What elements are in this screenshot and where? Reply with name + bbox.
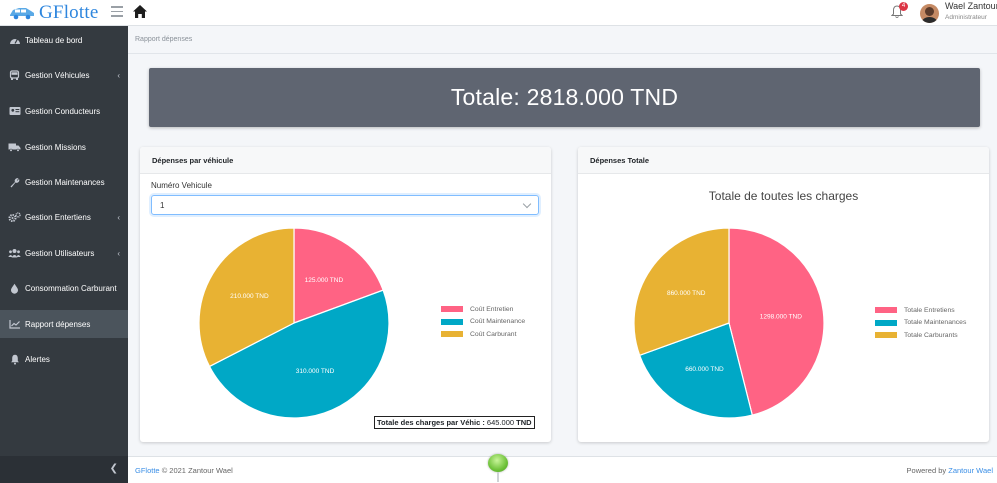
chevron-left-icon: ‹ bbox=[117, 70, 120, 80]
legend-label: Totale Entretiens bbox=[904, 306, 955, 314]
sidebar-item-label: Gestion Utilisateurs bbox=[25, 248, 95, 258]
top-navbar: GFlotte 4 Wael Zantour Administrateur bbox=[0, 0, 997, 26]
sidebar-item-label: Alertes bbox=[25, 354, 50, 364]
user-role: Administrateur bbox=[945, 14, 987, 21]
legend-label: Totale Maintenances bbox=[904, 319, 967, 327]
page-footer: GFlotte © 2021 Zantour Wael Powered by Z… bbox=[128, 454, 997, 483]
vehicle-expenses-card: Dépenses par véhicule Numéro Vehicule 1 … bbox=[140, 147, 551, 442]
legend-swatch bbox=[875, 307, 897, 314]
legend-swatch bbox=[875, 319, 897, 326]
sidebar-item-1[interactable]: Gestion Véhicules ‹ bbox=[0, 61, 128, 89]
pie-slice-label-1: 310.000 TND bbox=[296, 368, 335, 375]
sidebar-item-4[interactable]: Gestion Maintenances bbox=[0, 168, 128, 196]
legend-item-2[interactable]: Coût Carburant bbox=[441, 328, 525, 341]
total-banner: Totale: 2818.000 TND bbox=[149, 68, 980, 127]
sidebar-item-label: Gestion Véhicules bbox=[25, 70, 90, 80]
footer-copyright: GFlotte © 2021 Zantour Wael bbox=[135, 466, 233, 475]
notification-count-badge: 4 bbox=[899, 2, 908, 11]
legend-label: Coût Entretien bbox=[470, 305, 514, 313]
chevron-left-icon: ‹ bbox=[117, 212, 120, 222]
powered-by-link[interactable]: Zantour Wael bbox=[948, 466, 993, 475]
sidebar-item-label: Consommation Carburant bbox=[25, 283, 117, 293]
sidebar-item-5[interactable]: Gestion Entertiens ‹ bbox=[0, 203, 128, 231]
sidebar-item-2[interactable]: Gestion Conducteurs bbox=[0, 97, 128, 125]
sidebar-item-6[interactable]: Gestion Utilisateurs ‹ bbox=[0, 239, 128, 267]
sidebar-item-label: Gestion Maintenances bbox=[25, 177, 105, 187]
sidebar: Tableau de bord Gestion Véhicules ‹ Gestion… bbox=[0, 26, 128, 483]
pie-slice-label-0: 1298.000 TND bbox=[760, 314, 802, 321]
status-orb-stem bbox=[497, 472, 499, 482]
users-icon bbox=[8, 248, 21, 259]
legend-label: Totale Carburants bbox=[904, 331, 958, 339]
sidebar-item-3[interactable]: Gestion Missions bbox=[0, 133, 128, 161]
sidebar-item-9[interactable]: Alertes bbox=[0, 345, 128, 373]
sidebar-item-label: Gestion Entertiens bbox=[25, 212, 91, 222]
legend-item-0[interactable]: Totale Entretiens bbox=[875, 304, 966, 317]
car-logo-icon bbox=[10, 8, 34, 20]
vehicle-total-label: Totale des charges par Véhic : bbox=[377, 418, 485, 427]
car-icon bbox=[8, 69, 21, 81]
sidebar-item-7[interactable]: Consommation Carburant bbox=[0, 274, 128, 302]
breadcrumb[interactable]: Rapport dépenses bbox=[135, 36, 192, 43]
pie-slice-label-1: 660.000 TND bbox=[685, 366, 724, 373]
wrench-icon bbox=[8, 177, 21, 188]
dashboard-icon bbox=[8, 35, 21, 46]
pie-slice-label-0: 125.000 TND bbox=[305, 277, 344, 284]
legend-label: Coût Maintenance bbox=[470, 318, 526, 326]
chart-icon bbox=[8, 319, 21, 330]
legend-label: Coût Carburant bbox=[470, 330, 517, 338]
content-divider bbox=[128, 53, 997, 54]
chevron-left-icon: ‹ bbox=[117, 248, 120, 258]
vehicle-total-unit: TND bbox=[516, 418, 532, 427]
legend-item-1[interactable]: Totale Maintenances bbox=[875, 317, 966, 330]
truck-icon bbox=[8, 142, 21, 153]
sidebar-item-label: Gestion Conducteurs bbox=[25, 106, 101, 116]
total-chart-legend: Totale Entretiens Totale Maintenances Tota… bbox=[875, 304, 966, 342]
legend-swatch bbox=[441, 318, 463, 325]
vehicle-total-value: 645.000 bbox=[486, 418, 515, 427]
powered-by-text: Powered by bbox=[906, 466, 947, 475]
footer-brand-link[interactable]: GFlotte bbox=[135, 466, 160, 475]
legend-item-2[interactable]: Totale Carburants bbox=[875, 329, 966, 342]
sidebar-footer: ❮ bbox=[0, 456, 128, 483]
legend-swatch bbox=[441, 306, 463, 313]
total-expenses-card: Dépenses Totale Totale de toutes les cha… bbox=[578, 147, 989, 442]
sidebar-item-label: Rapport dépenses bbox=[25, 319, 91, 329]
pie-slice-label-2: 210.000 TND bbox=[230, 293, 269, 300]
sidebar-item-0[interactable]: Tableau de bord bbox=[0, 26, 128, 54]
user-avatar[interactable] bbox=[920, 4, 939, 23]
legend-swatch bbox=[441, 331, 463, 338]
status-orb-icon bbox=[488, 454, 508, 472]
sidebar-item-label: Tableau de bord bbox=[25, 35, 83, 45]
vehicle-total-box: Totale des charges par Véhic : 645.000 T… bbox=[374, 416, 535, 429]
home-icon[interactable] bbox=[132, 4, 148, 19]
fuel-drop-icon bbox=[8, 283, 21, 294]
vehicle-expenses-pie-chart: 125.000 TND 310.000 TND 210.000 TND bbox=[198, 227, 390, 419]
id-card-icon bbox=[8, 106, 21, 117]
pie-slice-label-2: 860.000 TND bbox=[667, 290, 706, 297]
bell-icon bbox=[8, 354, 21, 365]
vehicle-chart-legend: Coût Entretien Coût Maintenance Coût Carbu… bbox=[441, 303, 525, 341]
brand-name: GFlotte bbox=[39, 2, 99, 23]
user-name[interactable]: Wael Zantour bbox=[945, 1, 997, 11]
legend-swatch bbox=[875, 332, 897, 339]
menu-toggle-icon[interactable] bbox=[111, 6, 123, 18]
legend-item-1[interactable]: Coût Maintenance bbox=[441, 316, 525, 329]
sidebar-item-label: Gestion Missions bbox=[25, 142, 86, 152]
collapse-sidebar-icon[interactable]: ❮ bbox=[110, 463, 118, 474]
gears-icon bbox=[8, 211, 21, 223]
footer-copyright-text: © 2021 Zantour Wael bbox=[161, 466, 233, 475]
total-banner-text: Totale: 2818.000 TND bbox=[450, 84, 679, 110]
brand-logo[interactable]: GFlotte bbox=[8, 2, 98, 24]
sidebar-item-8[interactable]: Rapport dépenses bbox=[0, 310, 128, 338]
footer-powered-by: Powered by Zantour Wael bbox=[907, 466, 993, 475]
legend-item-0[interactable]: Coût Entretien bbox=[441, 303, 525, 316]
total-expenses-pie-chart: 1298.000 TND 660.000 TND 860.000 TND bbox=[633, 227, 825, 419]
